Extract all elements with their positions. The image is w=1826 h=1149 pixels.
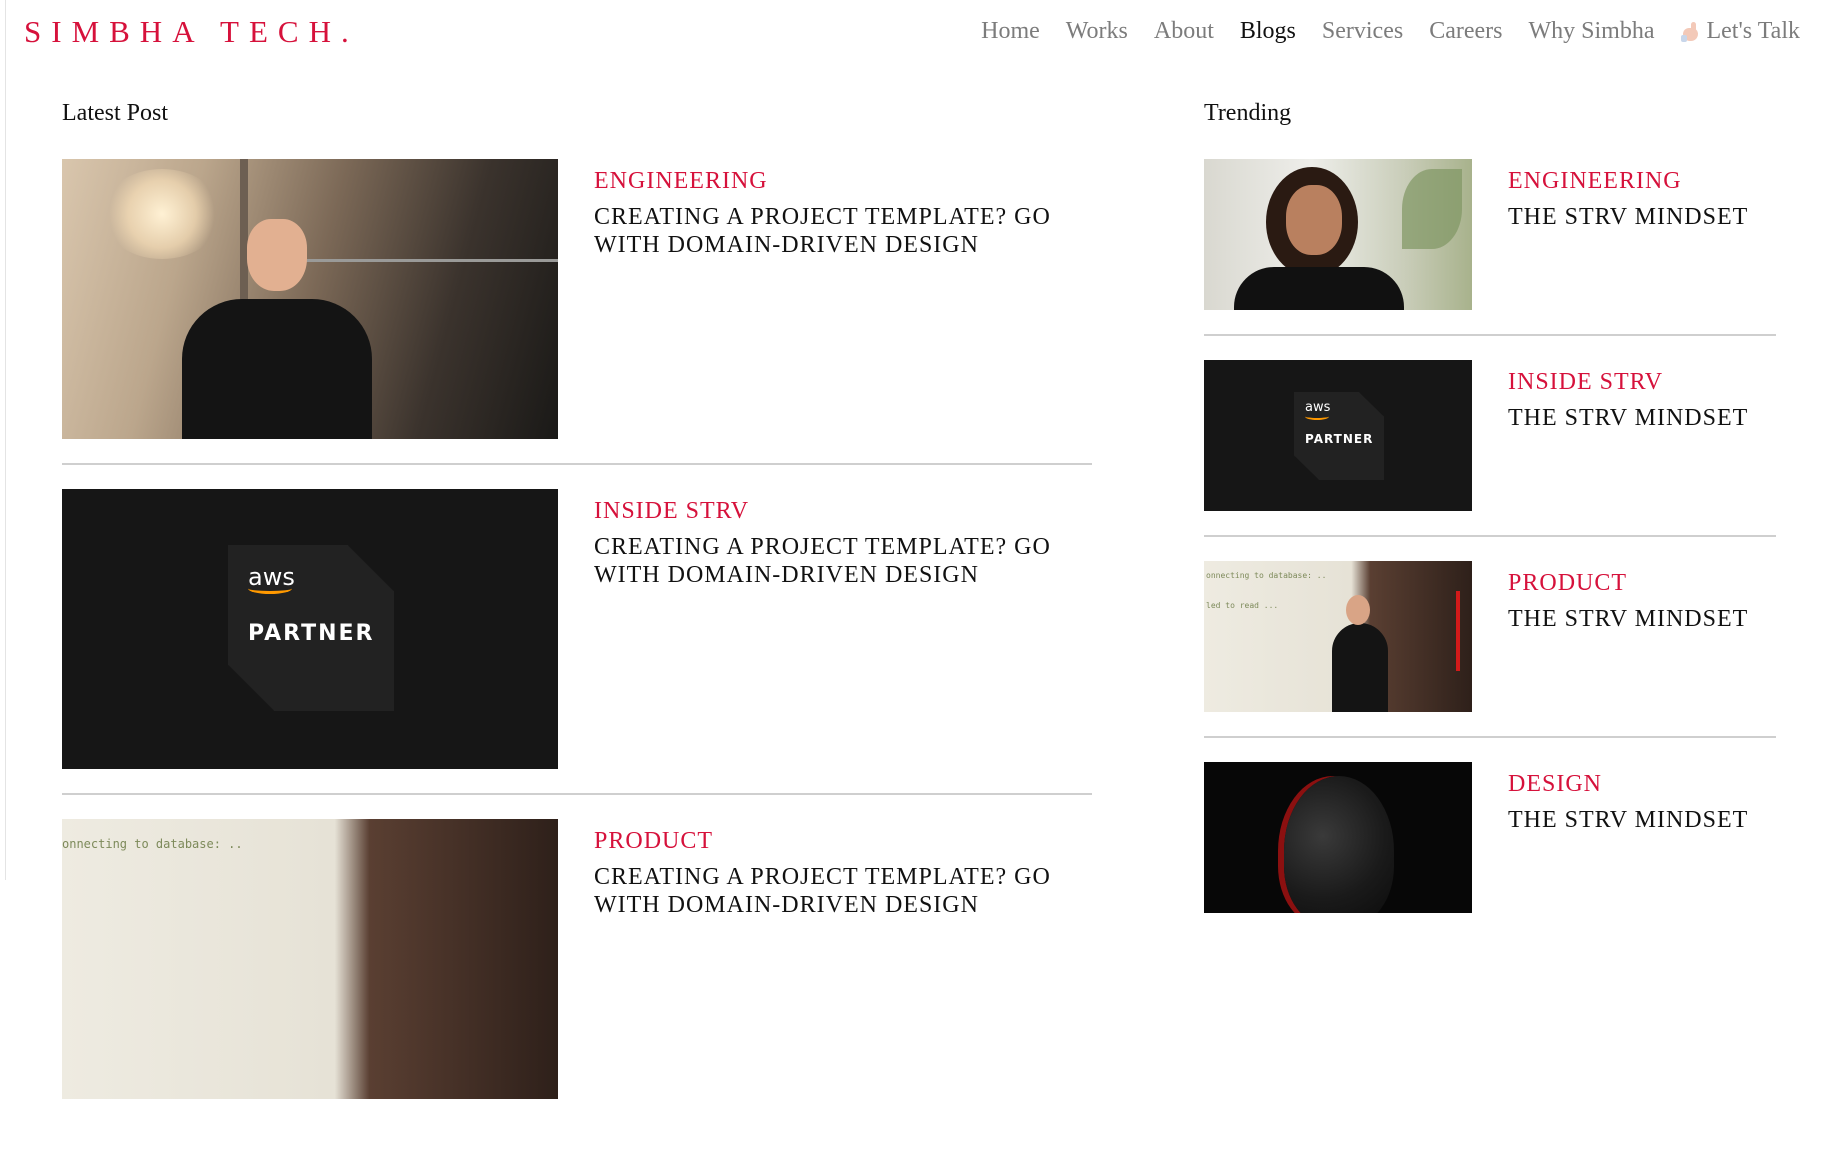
post-divider — [1204, 535, 1776, 537]
post-category[interactable]: ENGINEERING — [1508, 167, 1776, 195]
nav-works[interactable]: Works — [1066, 18, 1128, 45]
latest-post-list: ENGINEERING CREATING A PROJECT TEMPLATE?… — [62, 159, 1092, 1149]
post-title[interactable]: THE STRV MINDSET — [1508, 203, 1776, 231]
post-thumbnail[interactable] — [1204, 762, 1472, 913]
post-category[interactable]: INSIDE STRV — [1508, 368, 1776, 396]
waving-hand-icon — [1680, 21, 1702, 43]
woman-portrait-photo — [1204, 159, 1472, 310]
trending-post-card[interactable]: aws PARTNER INSIDE STRV THE STRV MINDSET — [1204, 360, 1776, 561]
post-title[interactable]: THE STRV MINDSET — [1508, 605, 1776, 633]
trending-post-card[interactable]: DESIGN THE STRV MINDSET — [1204, 762, 1776, 963]
partner-label: PARTNER — [248, 621, 375, 646]
projected-code-text: onnecting to database: .. — [1206, 571, 1327, 580]
post-thumbnail[interactable]: onnecting to database: .. — [62, 819, 558, 1099]
post-thumbnail[interactable] — [62, 159, 558, 439]
post-title[interactable]: THE STRV MINDSET — [1508, 806, 1776, 834]
post-divider — [62, 793, 1092, 795]
latest-post-card[interactable]: onnecting to database: .. PRODUCT CREATI… — [62, 819, 1092, 1149]
latest-post-heading: Latest Post — [62, 100, 168, 126]
trending-list: ENGINEERING THE STRV MINDSET aws PARTNER… — [1204, 159, 1776, 963]
speaker-presentation-photo: onnecting to database: .. — [62, 819, 558, 1099]
aws-partner-badge-image: aws PARTNER — [1204, 360, 1472, 511]
trending-post-card[interactable]: onnecting to database: .. led to read ..… — [1204, 561, 1776, 762]
post-category[interactable]: INSIDE STRV — [594, 497, 1074, 525]
page-left-border — [5, 0, 6, 880]
projected-code-text: onnecting to database: .. — [62, 837, 243, 851]
nav-careers[interactable]: Careers — [1429, 18, 1502, 45]
post-category[interactable]: PRODUCT — [594, 827, 1074, 855]
post-title[interactable]: CREATING A PROJECT TEMPLATE? GO WITH DOM… — [594, 533, 1074, 589]
post-title[interactable]: CREATING A PROJECT TEMPLATE? GO WITH DOM… — [594, 863, 1074, 919]
post-thumbnail[interactable]: onnecting to database: .. led to read ..… — [1204, 561, 1472, 712]
nav-services[interactable]: Services — [1322, 18, 1403, 45]
brand-logo[interactable]: SIMBHA TECH. — [24, 14, 359, 50]
post-thumbnail[interactable] — [1204, 159, 1472, 310]
partner-label: PARTNER — [1305, 432, 1374, 446]
post-divider — [62, 463, 1092, 465]
aws-partner-badge-image: aws PARTNER — [62, 489, 558, 769]
post-divider — [1204, 736, 1776, 738]
lets-talk-label: Let's Talk — [1706, 18, 1800, 44]
nav-home[interactable]: Home — [981, 18, 1040, 45]
nav-about[interactable]: About — [1154, 18, 1214, 45]
post-category[interactable]: DESIGN — [1508, 770, 1776, 798]
nav-blogs[interactable]: Blogs — [1240, 18, 1296, 45]
man-on-terrace-photo — [62, 159, 558, 439]
nav-why-simbha[interactable]: Why Simbha — [1528, 18, 1654, 45]
post-title[interactable]: CREATING A PROJECT TEMPLATE? GO WITH DOM… — [594, 203, 1074, 259]
dark-head-sculpture-photo — [1204, 762, 1472, 913]
post-thumbnail[interactable]: aws PARTNER — [1204, 360, 1472, 511]
trending-heading: Trending — [1204, 100, 1292, 126]
projected-code-text: led to read ... — [1206, 601, 1279, 610]
post-category[interactable]: PRODUCT — [1508, 569, 1776, 597]
latest-post-card[interactable]: aws PARTNER INSIDE STRV CREATING A PROJE… — [62, 489, 1092, 819]
post-category[interactable]: ENGINEERING — [594, 167, 1074, 195]
lets-talk-link[interactable]: Let's Talk — [1680, 18, 1800, 45]
main-nav: Home Works About Blogs Services Careers … — [981, 18, 1800, 45]
latest-post-card[interactable]: ENGINEERING CREATING A PROJECT TEMPLATE?… — [62, 159, 1092, 489]
trending-post-card[interactable]: ENGINEERING THE STRV MINDSET — [1204, 159, 1776, 360]
post-divider — [1204, 334, 1776, 336]
post-thumbnail[interactable]: aws PARTNER — [62, 489, 558, 769]
post-title[interactable]: THE STRV MINDSET — [1508, 404, 1776, 432]
speaker-presentation-photo: onnecting to database: .. led to read ..… — [1204, 561, 1472, 712]
